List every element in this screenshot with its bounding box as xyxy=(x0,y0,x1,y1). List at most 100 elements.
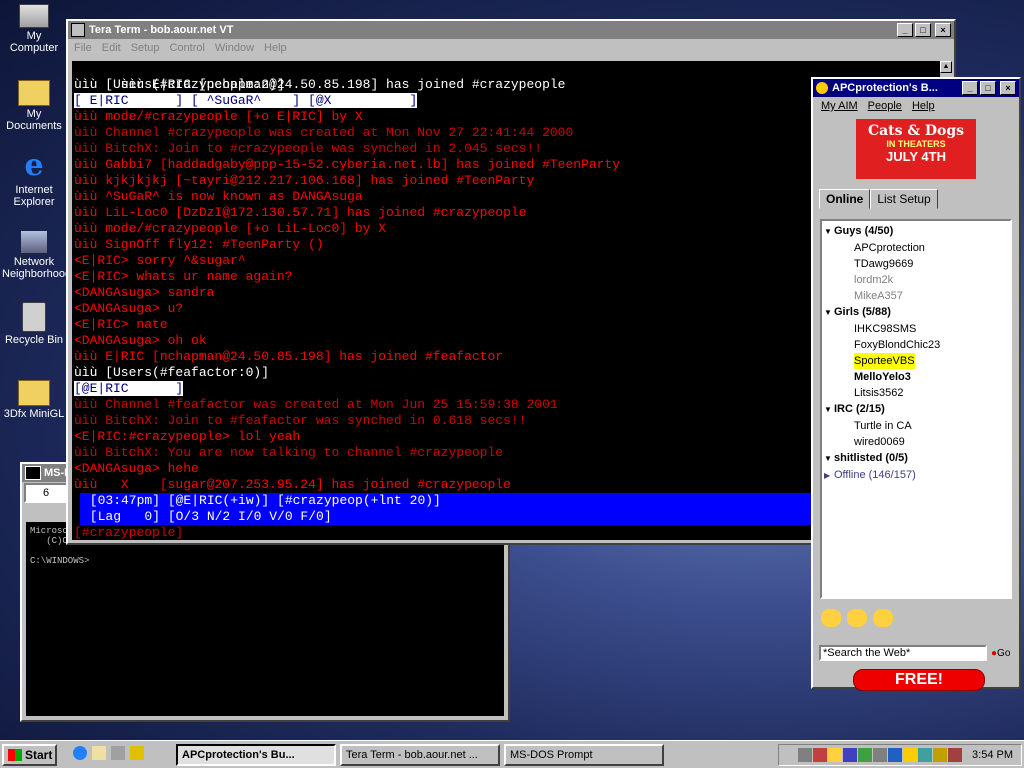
buddy-item[interactable]: Turtle in CA xyxy=(822,418,1010,434)
ad-date: JULY 4TH xyxy=(886,149,946,164)
quick-launch xyxy=(72,746,144,760)
menu-my-aim[interactable]: My AIM xyxy=(821,100,858,112)
windows-logo-icon xyxy=(8,749,22,761)
menu-file[interactable]: File xyxy=(74,42,92,54)
minimize-button[interactable]: _ xyxy=(962,81,978,95)
group-offline[interactable]: ▶ Offline (146/157) xyxy=(822,467,1010,484)
group-guys[interactable]: ▼ Guys (4/50) xyxy=(822,223,1010,240)
tray-icon[interactable] xyxy=(798,748,813,762)
outlook-icon[interactable] xyxy=(92,746,106,760)
start-button[interactable]: Start xyxy=(2,744,57,766)
teraterm-title: Tera Term - bob.aour.net VT xyxy=(89,24,234,36)
tray-icon[interactable] xyxy=(948,748,963,762)
ad-banner[interactable]: Cats & Dogs IN THEATERS JULY 4TH xyxy=(856,119,976,179)
tray-icon[interactable] xyxy=(858,748,873,762)
im-icon[interactable] xyxy=(821,609,841,627)
ad-title: Cats & Dogs xyxy=(867,123,965,139)
buddy-item[interactable]: IHKC98SMS xyxy=(822,321,1010,337)
buddy-item[interactable]: MikeA357 xyxy=(822,288,1010,304)
close-button[interactable]: × xyxy=(1000,81,1016,95)
task-label: Tera Term - bob.aour.net ... xyxy=(346,749,478,761)
tray-icon[interactable] xyxy=(843,748,858,762)
minimize-button[interactable]: _ xyxy=(897,23,913,37)
setup-icon[interactable] xyxy=(873,609,893,627)
desktop-icon-recycle-bin[interactable]: Recycle Bin xyxy=(2,302,66,346)
volume-icon[interactable] xyxy=(828,748,843,762)
buddy-item[interactable]: Litsis3562 xyxy=(822,385,1010,401)
desktop-icon-label: Recycle Bin xyxy=(4,334,64,346)
teraterm-icon xyxy=(71,23,85,37)
aim-tabs: Online List Setup xyxy=(819,189,1019,209)
group-irc[interactable]: ▼ IRC (2/15) xyxy=(822,401,1010,418)
aim-title: APCprotection's B... xyxy=(832,82,938,94)
dos-prompt: C:\WINDOWS> xyxy=(30,556,90,566)
ad-subtitle: IN THEATERS xyxy=(886,139,946,149)
go-button[interactable]: ●Go xyxy=(991,648,1010,659)
tray-icon[interactable] xyxy=(888,748,903,762)
desktop-icon-label: Network Neighborhood xyxy=(2,256,72,280)
search-input[interactable] xyxy=(819,645,987,661)
free-button[interactable]: FREE! xyxy=(853,669,985,691)
buddy-item[interactable]: lordm2k xyxy=(822,272,1010,288)
buddy-list[interactable]: ▼ Guys (4/50) APCprotection TDawg9669 lor… xyxy=(820,219,1012,599)
task-msdos[interactable]: MS-DOS Prompt xyxy=(504,744,664,766)
buddy-item[interactable]: APCprotection xyxy=(822,240,1010,256)
group-shitlisted[interactable]: ▼ shitlisted (0/5) xyxy=(822,450,1010,467)
maximize-button[interactable]: □ xyxy=(915,23,931,37)
group-label: shitlisted (0/5) xyxy=(834,452,908,464)
close-button[interactable]: × xyxy=(935,23,951,37)
desktop-icon-3dfx[interactable]: 3Dfx MiniGL xyxy=(2,376,66,420)
buddy-item[interactable]: MelloYelo3 xyxy=(822,369,1010,385)
group-girls[interactable]: ▼ Girls (5/88) xyxy=(822,304,1010,321)
font-size-select[interactable]: 6 xyxy=(24,483,68,503)
teraterm-titlebar[interactable]: Tera Term - bob.aour.net VT _ □ × xyxy=(68,21,954,39)
aim-menubar: My AIM People Help xyxy=(813,97,1019,115)
aim-titlebar[interactable]: APCprotection's B... _ □ × xyxy=(813,79,1019,97)
collapse-arrow-icon: ▶ xyxy=(824,471,831,480)
terminal-line-text: [ E|RIC ] [ ^SuGaR^ ] [@X ] xyxy=(74,93,418,108)
group-label: Girls (5/88) xyxy=(834,306,891,318)
computer-icon xyxy=(19,4,49,28)
start-label: Start xyxy=(25,748,53,762)
tab-online[interactable]: Online xyxy=(819,189,871,209)
task-aim[interactable]: APCprotection's Bu... xyxy=(176,744,336,766)
buddy-item-selected[interactable]: SporteeVBS xyxy=(854,353,915,369)
desktop-icon-label: 3Dfx MiniGL xyxy=(3,408,65,420)
msdos-console[interactable]: Microsoft(R) Windows 98 (C)Copyright Mic… xyxy=(26,522,504,716)
desktop-icon-internet-explorer[interactable]: e Internet Explorer xyxy=(2,148,66,209)
tray-icon[interactable] xyxy=(918,748,933,762)
scroll-up-button[interactable]: ▲ xyxy=(940,61,952,73)
tray-icon[interactable] xyxy=(873,748,888,762)
chat-icon[interactable] xyxy=(847,609,867,627)
aim-buddylist-window[interactable]: APCprotection's B... _ □ × My AIM People… xyxy=(811,77,1021,691)
free-label: FREE! xyxy=(895,671,943,688)
ie-icon: e xyxy=(24,148,44,183)
menu-help[interactable]: Help xyxy=(912,100,935,112)
channels-icon[interactable] xyxy=(130,746,144,760)
task-teraterm[interactable]: Tera Term - bob.aour.net ... xyxy=(340,744,500,766)
tray-icon[interactable] xyxy=(813,748,828,762)
desktop-icon[interactable] xyxy=(111,746,125,760)
clock[interactable]: 3:54 PM xyxy=(972,749,1013,761)
desktop-icon-my-documents[interactable]: My Documents xyxy=(2,76,66,132)
menu-setup[interactable]: Setup xyxy=(131,42,160,54)
desktop-icon-network[interactable]: Network Neighborhood xyxy=(2,226,72,280)
ie-quicklaunch-icon[interactable] xyxy=(73,746,87,760)
menu-people[interactable]: People xyxy=(868,100,902,112)
desktop-icon-label: Internet Explorer xyxy=(13,184,55,208)
buddy-item[interactable]: wired0069 xyxy=(822,434,1010,450)
taskbar: Start APCprotection's Bu... Tera Term - … xyxy=(0,740,1024,768)
aim-tray-icon[interactable] xyxy=(903,748,918,762)
tray-icon[interactable] xyxy=(933,748,948,762)
tab-list-setup[interactable]: List Setup xyxy=(870,189,938,209)
menu-edit[interactable]: Edit xyxy=(102,42,121,54)
menu-control[interactable]: Control xyxy=(169,42,204,54)
menu-help[interactable]: Help xyxy=(264,42,287,54)
buddy-item[interactable]: TDawg9669 xyxy=(822,256,1010,272)
desktop-icon-my-computer[interactable]: My Computer xyxy=(2,2,66,54)
buddy-item[interactable]: FoxyBlondChic23 xyxy=(822,337,1010,353)
group-label: IRC (2/15) xyxy=(834,403,885,415)
menu-window[interactable]: Window xyxy=(215,42,254,54)
maximize-button[interactable]: □ xyxy=(980,81,996,95)
folder-icon xyxy=(18,80,50,106)
